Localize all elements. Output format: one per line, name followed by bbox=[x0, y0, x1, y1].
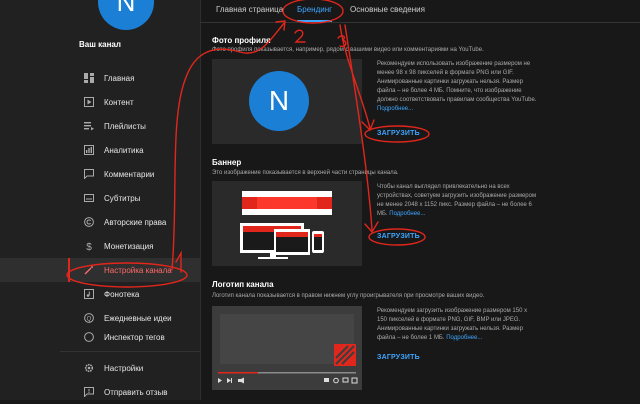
svg-text:Q: Q bbox=[87, 316, 92, 322]
sidebar-item-label: Ежедневные идеи bbox=[104, 313, 172, 323]
profile-photo-info: Рекомендуем использовать изображение раз… bbox=[377, 60, 537, 114]
watermark-logo-icon bbox=[334, 344, 356, 366]
banner-devices-illustration bbox=[240, 191, 332, 259]
banner-upload-button[interactable]: ЗАГРУЗИТЬ bbox=[377, 233, 420, 240]
tab-branding[interactable]: Брендинг bbox=[297, 5, 333, 22]
ideas-icon: Q bbox=[84, 313, 94, 323]
sidebar-item-label: Плейлисты bbox=[104, 121, 146, 131]
sidebar-item-copyright[interactable]: Авторские права bbox=[0, 210, 200, 234]
sidebar-item-label: Монетизация bbox=[104, 241, 154, 251]
sidebar-divider bbox=[60, 351, 200, 352]
sidebar-item-label: Главная bbox=[104, 73, 135, 83]
sidebar-bottom-nav: Настройки Отправить отзыв bbox=[0, 356, 200, 404]
sidebar-item-monetization[interactable]: $ Монетизация bbox=[0, 234, 200, 258]
gear-icon bbox=[84, 363, 94, 373]
sidebar-item-daily-ideas[interactable]: Q Ежедневные идеи bbox=[0, 306, 200, 330]
svg-text:$: $ bbox=[86, 242, 92, 251]
feedback-icon bbox=[84, 387, 94, 397]
channel-avatar[interactable]: N bbox=[98, 0, 154, 30]
watermark-info: Рекомендуем загрузить изображение размер… bbox=[377, 307, 537, 343]
sidebar-item-feedback[interactable]: Отправить отзыв bbox=[0, 380, 200, 404]
sidebar: N Ваш канал Главная Контент Плейлисты Ан… bbox=[0, 0, 201, 400]
copyright-icon bbox=[84, 217, 94, 227]
audio-library-icon bbox=[84, 289, 94, 299]
sidebar-item-label: Инспектор тегов bbox=[104, 332, 165, 342]
profile-photo-more-link[interactable]: Подробнее... bbox=[377, 106, 413, 112]
profile-photo-preview: N bbox=[212, 59, 362, 144]
sidebar-item-comments[interactable]: Комментарии bbox=[0, 162, 200, 186]
sidebar-item-subtitles[interactable]: Субтитры bbox=[0, 186, 200, 210]
sidebar-item-content[interactable]: Контент bbox=[0, 90, 200, 114]
sidebar-item-label: Отправить отзыв bbox=[104, 387, 168, 397]
sidebar-item-label: Контент bbox=[104, 97, 134, 107]
sidebar-item-label: Настройки bbox=[104, 363, 144, 373]
banner-more-link[interactable]: Подробнее... bbox=[389, 211, 425, 217]
sidebar-item-label: Авторские права bbox=[104, 217, 167, 227]
banner-title: Баннер bbox=[212, 158, 242, 167]
video-icon bbox=[84, 97, 94, 107]
sidebar-item-playlists[interactable]: Плейлисты bbox=[0, 114, 200, 138]
watermark-title: Логотип канала bbox=[212, 280, 274, 289]
banner-preview bbox=[212, 181, 362, 266]
watermark-preview bbox=[212, 306, 362, 390]
sidebar-item-label: Комментарии bbox=[104, 169, 155, 179]
sidebar-item-analytics[interactable]: Аналитика bbox=[0, 138, 200, 162]
profile-photo-info-text: Рекомендуем использовать изображение раз… bbox=[377, 61, 537, 103]
channel-label[interactable]: Ваш канал bbox=[0, 40, 200, 49]
sidebar-item-customization[interactable]: Настройка канала bbox=[0, 258, 200, 282]
sidebar-item-settings[interactable]: Настройки bbox=[0, 356, 200, 380]
analytics-icon bbox=[84, 145, 94, 155]
magic-wand-icon bbox=[84, 265, 94, 275]
sidebar-item-dashboard[interactable]: Главная bbox=[0, 66, 200, 90]
profile-photo-upload-button[interactable]: ЗАГРУЗИТЬ bbox=[377, 130, 420, 137]
banner-info: Чтобы канал выглядел привлекательно на в… bbox=[377, 183, 537, 219]
sidebar-item-label: Настройка канала bbox=[104, 265, 172, 275]
sidebar-item-label: Фонотека bbox=[104, 289, 140, 299]
comments-icon bbox=[84, 169, 94, 179]
subtitles-icon bbox=[84, 193, 94, 203]
tags-icon bbox=[84, 332, 94, 342]
sidebar-item-label: Субтитры bbox=[104, 193, 141, 203]
sidebar-item-label: Аналитика bbox=[104, 145, 144, 155]
profile-photo-title: Фото профиля bbox=[212, 36, 271, 45]
tab-bar: Главная страница Брендинг Основные сведе… bbox=[200, 0, 640, 23]
playlist-icon bbox=[84, 121, 94, 131]
annotation-number-three bbox=[337, 35, 347, 48]
dollar-icon: $ bbox=[84, 241, 94, 251]
watermark-more-link[interactable]: Подробнее... bbox=[446, 335, 482, 341]
sidebar-item-audio-library[interactable]: Фонотека bbox=[0, 282, 200, 306]
tab-basic-info[interactable]: Основные сведения bbox=[350, 5, 425, 14]
profile-photo-description: Фото профиля показывается, например, ряд… bbox=[212, 47, 484, 53]
tab-home[interactable]: Главная страница bbox=[216, 5, 283, 14]
profile-avatar: N bbox=[249, 71, 309, 131]
annotation-number-two bbox=[294, 29, 306, 43]
watermark-upload-button[interactable]: ЗАГРУЗИТЬ bbox=[377, 354, 420, 361]
watermark-description: Логотип канала показывается в правом ниж… bbox=[212, 293, 485, 299]
dashboard-icon bbox=[84, 73, 94, 83]
sidebar-nav: Главная Контент Плейлисты Аналитика Комм… bbox=[0, 66, 200, 344]
sidebar-item-tag-inspector[interactable]: Инспектор тегов bbox=[0, 330, 200, 344]
video-player-mock bbox=[212, 306, 362, 390]
banner-description: Это изображение показывается в верхней ч… bbox=[212, 170, 399, 176]
